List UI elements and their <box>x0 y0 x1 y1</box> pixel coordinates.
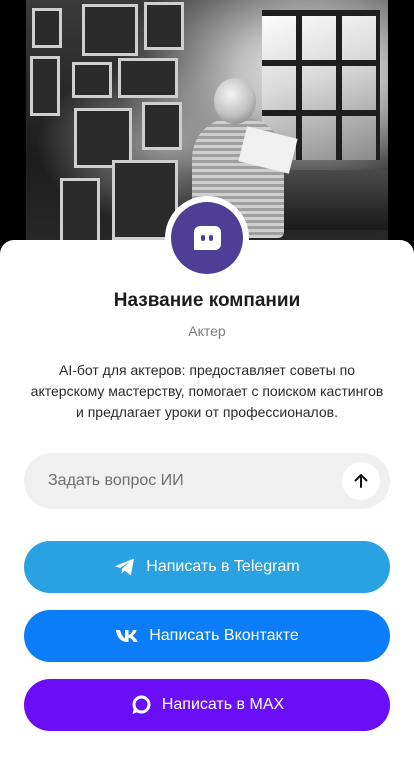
vkontakte-button[interactable]: Написать Вконтакте <box>24 610 390 662</box>
send-button[interactable] <box>342 462 380 500</box>
company-name: Название компании <box>113 290 301 311</box>
wall-frame <box>60 178 100 244</box>
telegram-icon <box>114 557 136 577</box>
wall-frame <box>142 102 182 150</box>
wall-frame <box>30 56 60 116</box>
wall-frame <box>82 4 138 56</box>
arrow-up-icon <box>354 474 368 488</box>
wall-frame <box>144 2 184 50</box>
wall-frame <box>32 8 62 48</box>
ask-ai-field <box>24 453 390 509</box>
wall-frame <box>72 62 112 98</box>
wall-frame <box>118 58 178 98</box>
avatar <box>165 196 249 280</box>
telegram-button-label: Написать в Telegram <box>146 558 300 575</box>
telegram-button[interactable]: Написать в Telegram <box>24 541 390 593</box>
company-description: AI-бот для актеров: предоставляет советы… <box>30 362 384 420</box>
max-button[interactable]: Написать в MAX <box>24 679 390 731</box>
desk <box>276 170 388 230</box>
bot-chat-icon <box>171 202 243 274</box>
max-icon <box>130 694 152 716</box>
ask-ai-input[interactable] <box>48 453 348 509</box>
vk-icon <box>115 629 139 643</box>
person-head <box>214 78 256 124</box>
vkontakte-button-label: Написать Вконтакте <box>149 627 299 644</box>
wall-frame <box>74 108 132 168</box>
max-button-label: Написать в MAX <box>161 696 285 713</box>
company-category: Актер <box>188 323 226 339</box>
